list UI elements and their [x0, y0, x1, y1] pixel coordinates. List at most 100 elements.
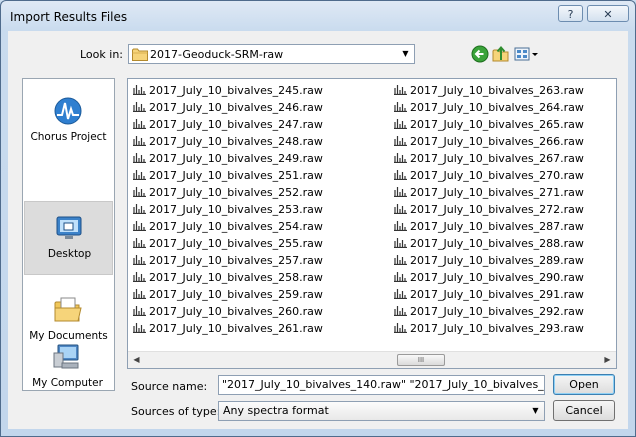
- file-name: 2017_July_10_bivalves_245.raw: [149, 84, 323, 97]
- look-in-dropdown[interactable]: 2017-Geoduck-SRM-raw ▼: [128, 44, 415, 64]
- file-item[interactable]: 2017_July_10_bivalves_249.raw: [133, 150, 323, 167]
- scroll-right-icon[interactable]: ▶: [599, 352, 616, 368]
- raw-file-icon: [394, 323, 407, 333]
- file-item[interactable]: 2017_July_10_bivalves_247.raw: [133, 116, 323, 133]
- file-item[interactable]: 2017_July_10_bivalves_266.raw: [394, 133, 584, 150]
- my-computer-icon: [53, 344, 79, 369]
- window-title: Import Results Files: [10, 10, 128, 24]
- up-folder-icon[interactable]: [492, 45, 510, 63]
- raw-file-icon: [394, 102, 407, 112]
- sources-of-type-dropdown[interactable]: Any spectra format ▼: [218, 401, 545, 421]
- raw-file-icon: [133, 204, 146, 214]
- file-name: 2017_July_10_bivalves_247.raw: [149, 118, 323, 131]
- raw-file-icon: [133, 153, 146, 163]
- folder-icon: [132, 48, 148, 61]
- file-name: 2017_July_10_bivalves_271.raw: [410, 186, 584, 199]
- help-button[interactable]: ?: [558, 5, 583, 22]
- file-name: 2017_July_10_bivalves_255.raw: [149, 237, 323, 250]
- file-name: 2017_July_10_bivalves_259.raw: [149, 288, 323, 301]
- scroll-left-icon[interactable]: ◀: [128, 352, 145, 368]
- raw-file-icon: [133, 255, 146, 265]
- open-button[interactable]: Open: [553, 374, 615, 395]
- file-name: 2017_July_10_bivalves_288.raw: [410, 237, 584, 250]
- file-item[interactable]: 2017_July_10_bivalves_267.raw: [394, 150, 584, 167]
- raw-file-icon: [133, 136, 146, 146]
- raw-file-icon: [394, 153, 407, 163]
- raw-file-icon: [133, 85, 146, 95]
- sources-of-type-value: Any spectra format: [223, 404, 329, 417]
- file-name: 2017_July_10_bivalves_291.raw: [410, 288, 584, 301]
- file-item[interactable]: 2017_July_10_bivalves_258.raw: [133, 269, 323, 286]
- file-item[interactable]: 2017_July_10_bivalves_246.raw: [133, 99, 323, 116]
- cancel-button[interactable]: Cancel: [553, 400, 615, 421]
- file-item[interactable]: 2017_July_10_bivalves_290.raw: [394, 269, 584, 286]
- raw-file-icon: [133, 272, 146, 282]
- chorus-project-icon: [54, 97, 82, 125]
- file-list[interactable]: 2017_July_10_bivalves_245.raw 2017_July_1…: [127, 78, 617, 369]
- raw-file-icon: [133, 306, 146, 316]
- file-item[interactable]: 2017_July_10_bivalves_260.raw: [133, 303, 323, 320]
- raw-file-icon: [133, 238, 146, 248]
- raw-file-icon: [394, 204, 407, 214]
- file-name: 2017_July_10_bivalves_254.raw: [149, 220, 323, 233]
- source-name-input[interactable]: "2017_July_10_bivalves_140.raw" "2017_Ju…: [218, 375, 545, 395]
- raw-file-icon: [133, 187, 146, 197]
- file-item[interactable]: 2017_July_10_bivalves_288.raw: [394, 235, 584, 252]
- file-item[interactable]: 2017_July_10_bivalves_271.raw: [394, 184, 584, 201]
- file-item[interactable]: 2017_July_10_bivalves_263.raw: [394, 82, 584, 99]
- file-item[interactable]: 2017_July_10_bivalves_245.raw: [133, 82, 323, 99]
- place-my-computer-display[interactable]: My Computer: [23, 331, 112, 391]
- file-item[interactable]: 2017_July_10_bivalves_270.raw: [394, 167, 584, 184]
- chevron-down-icon[interactable]: ▼: [527, 402, 544, 420]
- file-item[interactable]: 2017_July_10_bivalves_257.raw: [133, 252, 323, 269]
- file-item[interactable]: 2017_July_10_bivalves_259.raw: [133, 286, 323, 303]
- back-arrow-icon[interactable]: [471, 45, 489, 63]
- file-name: 2017_July_10_bivalves_292.raw: [410, 305, 584, 318]
- source-name-label: Source name:: [131, 380, 208, 393]
- file-name: 2017_July_10_bivalves_257.raw: [149, 254, 323, 267]
- file-name: 2017_July_10_bivalves_264.raw: [410, 101, 584, 114]
- file-item[interactable]: 2017_July_10_bivalves_255.raw: [133, 235, 323, 252]
- file-name: 2017_July_10_bivalves_293.raw: [410, 322, 584, 335]
- scrollbar-thumb[interactable]: III: [397, 354, 445, 366]
- file-item[interactable]: 2017_July_10_bivalves_252.raw: [133, 184, 323, 201]
- file-item[interactable]: 2017_July_10_bivalves_287.raw: [394, 218, 584, 235]
- file-name: 2017_July_10_bivalves_248.raw: [149, 135, 323, 148]
- file-item[interactable]: 2017_July_10_bivalves_254.raw: [133, 218, 323, 235]
- file-item[interactable]: 2017_July_10_bivalves_289.raw: [394, 252, 584, 269]
- place-desktop[interactable]: Desktop: [24, 201, 113, 275]
- file-item[interactable]: 2017_July_10_bivalves_292.raw: [394, 303, 584, 320]
- close-button[interactable]: ✕: [587, 5, 629, 22]
- raw-file-icon: [394, 306, 407, 316]
- place-chorus-project[interactable]: Chorus Project: [24, 85, 113, 159]
- place-label: Chorus Project: [30, 131, 107, 143]
- view-menu-icon[interactable]: [513, 45, 541, 63]
- file-item[interactable]: 2017_July_10_bivalves_291.raw: [394, 286, 584, 303]
- file-name: 2017_July_10_bivalves_270.raw: [410, 169, 584, 182]
- horizontal-scrollbar[interactable]: ◀ III ▶: [128, 351, 616, 368]
- file-name: 2017_July_10_bivalves_290.raw: [410, 271, 584, 284]
- sources-of-type-label: Sources of type:: [131, 405, 221, 418]
- look-in-value: 2017-Geoduck-SRM-raw: [150, 48, 284, 61]
- file-item[interactable]: 2017_July_10_bivalves_251.raw: [133, 167, 323, 184]
- chevron-down-icon[interactable]: ▼: [397, 45, 414, 63]
- file-name: 2017_July_10_bivalves_253.raw: [149, 203, 323, 216]
- raw-file-icon: [133, 170, 146, 180]
- file-item[interactable]: 2017_July_10_bivalves_248.raw: [133, 133, 323, 150]
- file-name: 2017_July_10_bivalves_287.raw: [410, 220, 584, 233]
- file-item[interactable]: 2017_July_10_bivalves_261.raw: [133, 320, 323, 337]
- file-item[interactable]: 2017_July_10_bivalves_293.raw: [394, 320, 584, 337]
- place-label: My Computer: [32, 377, 103, 389]
- file-item[interactable]: 2017_July_10_bivalves_272.raw: [394, 201, 584, 218]
- file-name: 2017_July_10_bivalves_289.raw: [410, 254, 584, 267]
- raw-file-icon: [394, 272, 407, 282]
- raw-file-icon: [394, 289, 407, 299]
- file-item[interactable]: 2017_July_10_bivalves_265.raw: [394, 116, 584, 133]
- file-item[interactable]: 2017_July_10_bivalves_253.raw: [133, 201, 323, 218]
- raw-file-icon: [394, 187, 407, 197]
- file-name: 2017_July_10_bivalves_266.raw: [410, 135, 584, 148]
- place-label: Desktop: [47, 248, 92, 260]
- file-item[interactable]: 2017_July_10_bivalves_264.raw: [394, 99, 584, 116]
- raw-file-icon: [394, 119, 407, 129]
- my-documents-icon: [54, 297, 82, 322]
